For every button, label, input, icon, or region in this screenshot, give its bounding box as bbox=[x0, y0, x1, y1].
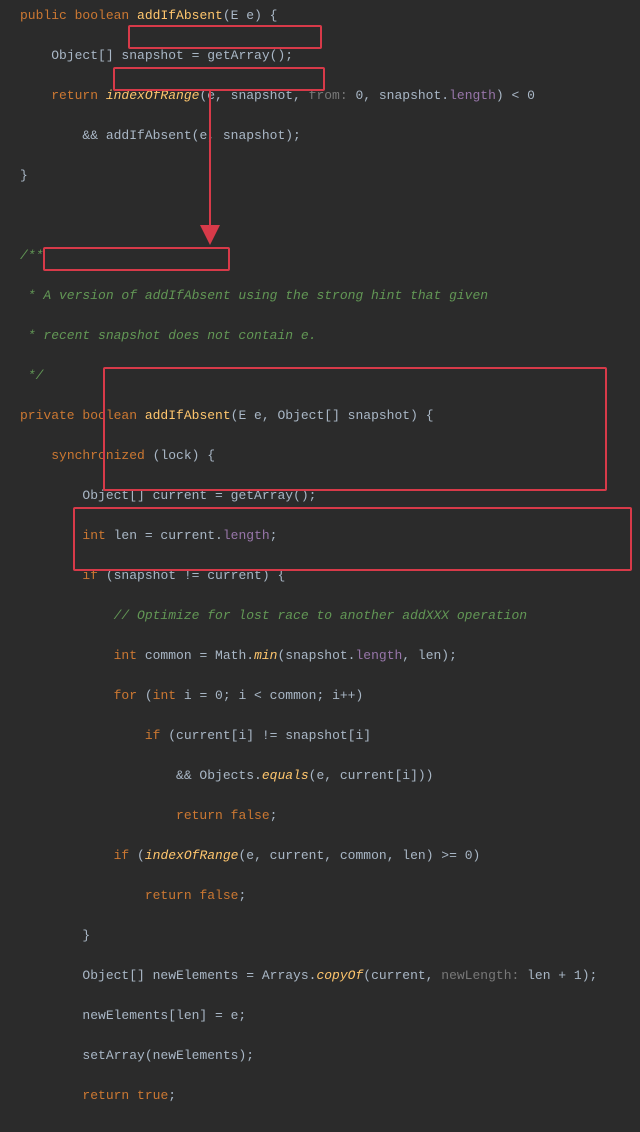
code-line: if (snapshot != current) { bbox=[20, 566, 640, 586]
code-line: // Optimize for lost race to another add… bbox=[20, 606, 640, 626]
code-line: private boolean addIfAbsent(E e, Object[… bbox=[20, 406, 640, 426]
code-line: Object[] snapshot = getArray(); bbox=[20, 46, 640, 66]
code-line: return false; bbox=[20, 886, 640, 906]
code-line: * A version of addIfAbsent using the str… bbox=[20, 286, 640, 306]
code-line: */ bbox=[20, 366, 640, 386]
code-line: return indexOfRange(e, snapshot, from: 0… bbox=[20, 86, 640, 106]
code-line bbox=[20, 206, 640, 226]
code-line: Object[] current = getArray(); bbox=[20, 486, 640, 506]
code-line: int common = Math.min(snapshot.length, l… bbox=[20, 646, 640, 666]
code-line: int len = current.length; bbox=[20, 526, 640, 546]
code-line: if (current[i] != snapshot[i] bbox=[20, 726, 640, 746]
code-line: if (indexOfRange(e, current, common, len… bbox=[20, 846, 640, 866]
code-line: /** bbox=[20, 246, 640, 266]
code-line: * recent snapshot does not contain e. bbox=[20, 326, 640, 346]
code-line: newElements[len] = e; bbox=[20, 1006, 640, 1026]
code-line: && addIfAbsent(e, snapshot); bbox=[20, 126, 640, 146]
code-line: } bbox=[20, 926, 640, 946]
code-line: setArray(newElements); bbox=[20, 1046, 640, 1066]
code-line: } bbox=[20, 166, 640, 186]
code-line: Object[] newElements = Arrays.copyOf(cur… bbox=[20, 966, 640, 986]
code-line: for (int i = 0; i < common; i++) bbox=[20, 686, 640, 706]
code-line: return false; bbox=[20, 806, 640, 826]
code-line: synchronized (lock) { bbox=[20, 446, 640, 466]
code-editor: public boolean addIfAbsent(E e) { Object… bbox=[0, 0, 640, 1132]
code-line: return true; bbox=[20, 1086, 640, 1106]
code-line: public boolean addIfAbsent(E e) { bbox=[20, 6, 640, 26]
code-block: public boolean addIfAbsent(E e) { Object… bbox=[20, 6, 640, 1126]
code-line: && Objects.equals(e, current[i])) bbox=[20, 766, 640, 786]
